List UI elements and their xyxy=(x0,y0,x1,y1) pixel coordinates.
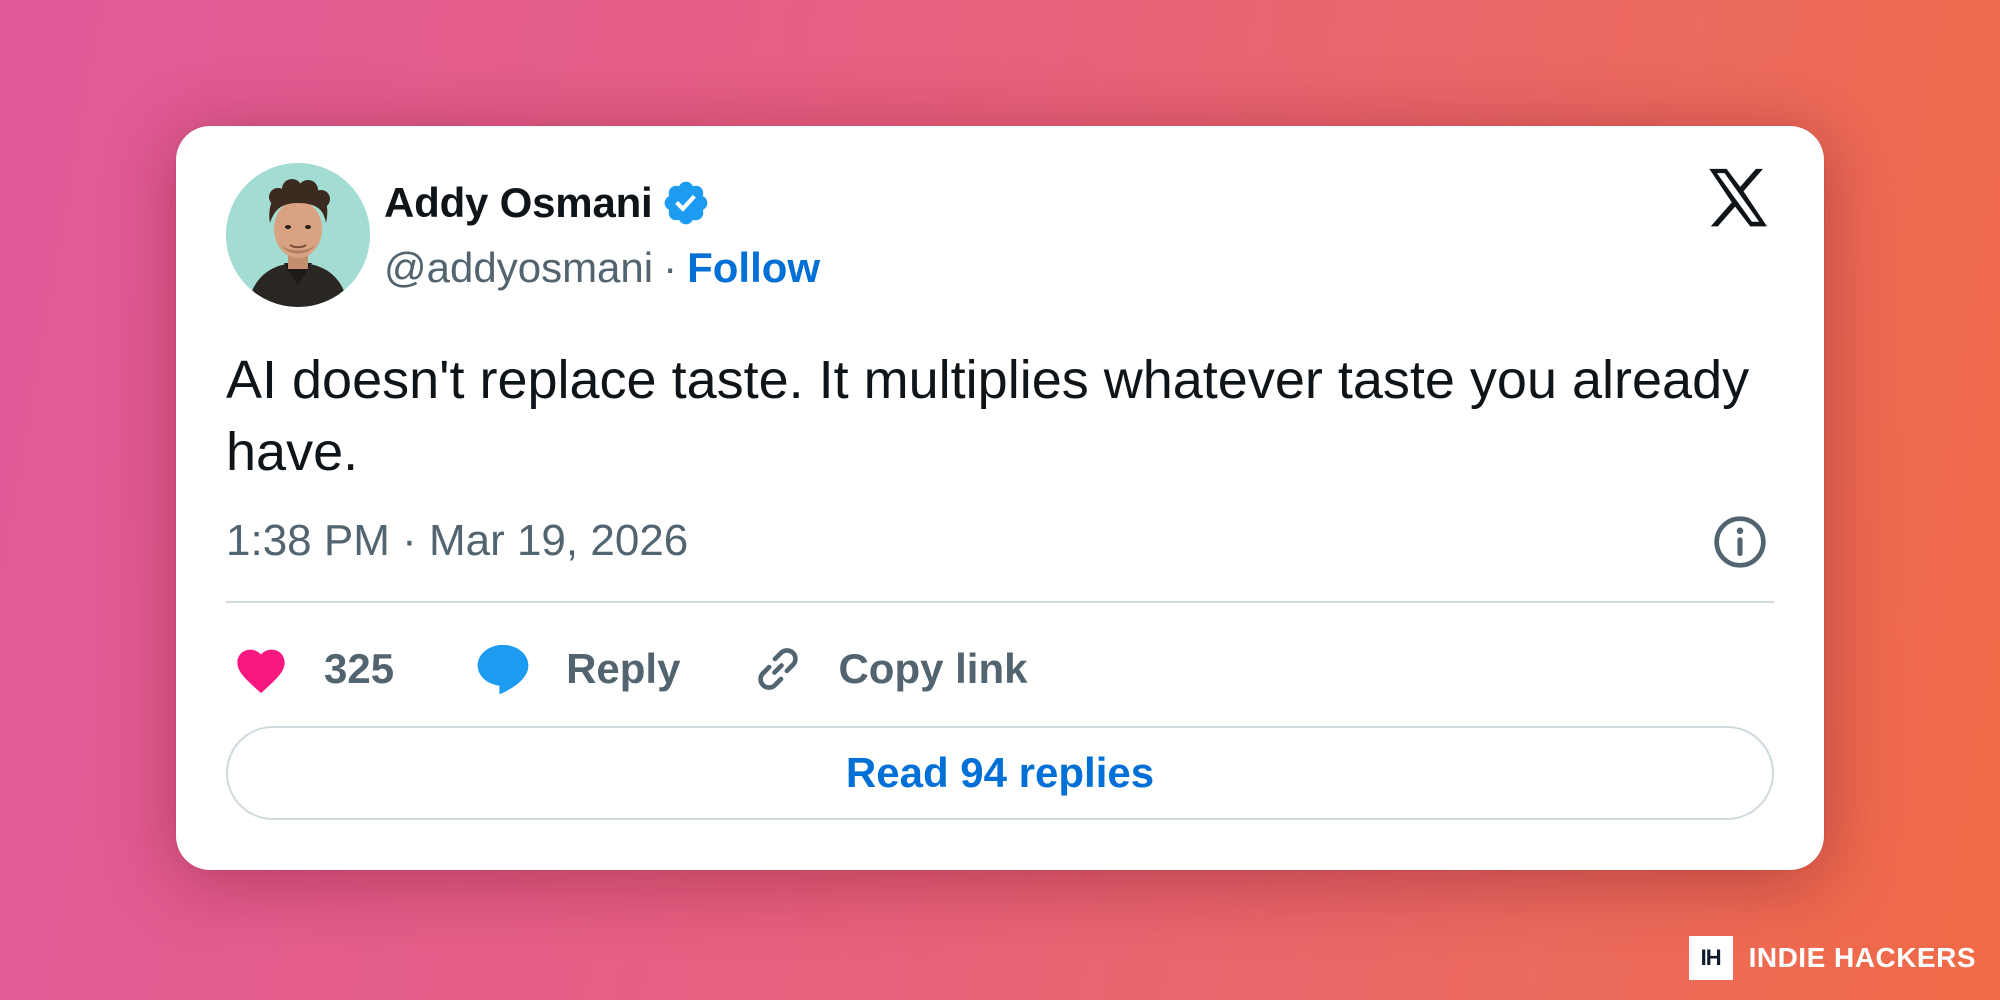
indie-hackers-brand: IH INDIE HACKERS xyxy=(1688,936,1976,980)
info-icon[interactable] xyxy=(1712,514,1768,570)
tweet-actions: 325 Reply Copy link xyxy=(232,641,1027,697)
like-button[interactable]: 325 xyxy=(232,643,394,695)
tweet-text: AI doesn't replace taste. It multiplies … xyxy=(226,350,1750,482)
brand-name: INDIE HACKERS xyxy=(1748,942,1976,973)
tweet-card: Addy Osmani @addyosmani · Follow AI does… xyxy=(176,126,1824,870)
link-icon xyxy=(758,648,799,690)
avatar-image xyxy=(226,163,370,307)
author-avatar[interactable] xyxy=(226,163,370,307)
author-handle-row: @addyosmani · Follow xyxy=(384,244,820,292)
handle-separator: · xyxy=(663,244,678,291)
tweet-timestamp[interactable]: 1:38 PM · Mar 19, 2026 xyxy=(226,516,688,566)
x-logo-icon[interactable] xyxy=(1704,168,1772,230)
heart-icon xyxy=(237,649,285,694)
reply-button[interactable]: Reply xyxy=(474,641,680,697)
author-name-row: Addy Osmani xyxy=(384,178,711,228)
like-count: 325 xyxy=(324,645,395,692)
author-name[interactable]: Addy Osmani xyxy=(384,179,653,227)
follow-button[interactable]: Follow xyxy=(687,244,820,292)
read-replies-button[interactable]: Read 94 replies xyxy=(226,726,1774,820)
copy-link-label: Copy link xyxy=(838,645,1028,692)
indie-hackers-logo: IH xyxy=(1688,936,1733,980)
copy-link-button[interactable]: Copy link xyxy=(750,641,1027,697)
divider xyxy=(226,601,1774,603)
verified-badge-icon xyxy=(664,181,707,225)
reply-bubble-icon xyxy=(477,644,529,695)
reply-label: Reply xyxy=(566,645,681,692)
author-handle[interactable]: @addyosmani xyxy=(384,244,653,292)
